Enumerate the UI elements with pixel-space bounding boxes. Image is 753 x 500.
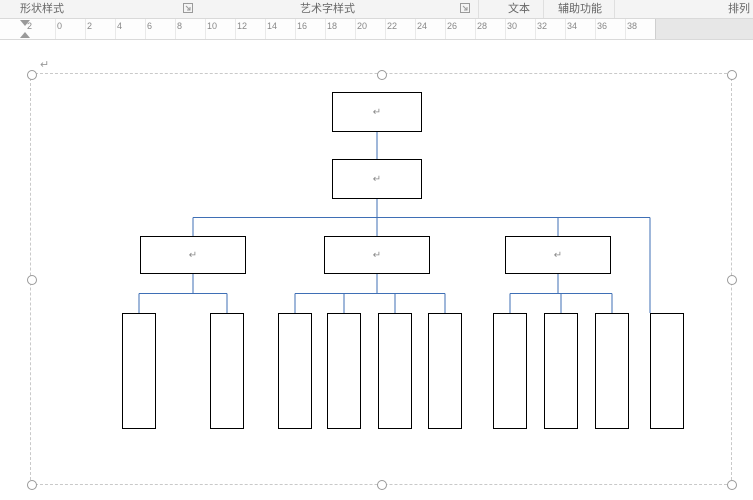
selection-handle[interactable] [377,70,387,80]
ribbon-group: 艺术字样式 [300,0,355,18]
orgchart-node[interactable] [278,313,312,429]
orgchart-node[interactable]: ↵ [505,236,611,274]
ruler-number: 18 [327,21,337,31]
ruler-number: 12 [237,21,247,31]
ruler-number: 30 [507,21,517,31]
ruler-tick: 28 [475,19,506,39]
ruler-track: 2024681012141618202224262830323436384042… [0,19,753,39]
ruler-tick: 2 [85,19,116,39]
orgchart-node[interactable] [428,313,462,429]
orgchart-node[interactable] [378,313,412,429]
ribbon-separator [543,0,544,18]
paragraph-mark-icon: ↵ [373,107,381,118]
paragraph-mark-icon: ↵ [373,174,381,185]
ruler-tick: 32 [535,19,566,39]
ribbon-group-label: 辅助功能 [558,0,602,18]
ruler-number: 22 [387,21,397,31]
ribbon-group: 辅助功能 [558,0,602,18]
horizontal-ruler[interactable]: 2024681012141618202224262830323436384042… [0,18,753,40]
ruler-number: 6 [147,21,152,31]
drawing-canvas[interactable]: ↵ ↵ ↵ ↵ ↵ [30,73,732,485]
selection-handle[interactable] [377,480,387,490]
paragraph-mark-icon: ↵ [189,250,197,261]
ribbon-group-label: 文本 [508,0,530,18]
ruler-tick: 34 [565,19,596,39]
ruler-number: 14 [267,21,277,31]
paragraph-mark-icon: ↵ [40,58,49,71]
selection-handle[interactable] [27,70,37,80]
ruler-number: 28 [477,21,487,31]
ruler-tick: 0 [55,19,86,39]
ruler-tick: 4 [115,19,146,39]
orgchart-node[interactable] [122,313,156,429]
ruler-number: 38 [627,21,637,31]
ruler-number: 26 [447,21,457,31]
ribbon-group: 形状样式 [20,0,64,18]
ribbon-group-label: 排列 [728,0,750,18]
orgchart-node[interactable]: ↵ [324,236,430,274]
ruler-number: 32 [537,21,547,31]
ribbon-separator [614,0,615,18]
ribbon-group-label: 艺术字样式 [300,0,355,18]
orgchart-node[interactable] [327,313,361,429]
ruler-tick: 16 [295,19,326,39]
ruler-tick: 22 [385,19,416,39]
orgchart-node[interactable] [493,313,527,429]
selection-handle[interactable] [27,480,37,490]
dialog-launcher-icon[interactable] [460,3,470,13]
ruler-tick: 26 [445,19,476,39]
ribbon-group: 排列 [728,0,750,18]
orgchart-node[interactable] [210,313,244,429]
selection-handle[interactable] [727,275,737,285]
orgchart-node[interactable] [544,313,578,429]
ribbon-separator [478,0,479,18]
ruler-number: 10 [207,21,217,31]
ruler-number: 20 [357,21,367,31]
ruler-tick: 8 [175,19,206,39]
orgchart-node[interactable]: ↵ [332,159,422,199]
ruler-tick: 38 [625,19,656,39]
ruler-tick: 14 [265,19,296,39]
ruler-number: 2 [87,21,92,31]
orgchart-node[interactable] [595,313,629,429]
paragraph-mark-icon: ↵ [554,250,562,261]
selection-handle[interactable] [727,480,737,490]
orgchart-node[interactable]: ↵ [140,236,246,274]
ruler-highlight [655,19,753,39]
ruler-number: 24 [417,21,427,31]
first-line-indent-marker[interactable] [20,20,30,26]
ruler-tick: 10 [205,19,236,39]
ruler-number: 16 [297,21,307,31]
ruler-number: 34 [567,21,577,31]
ruler-number: 8 [177,21,182,31]
ruler-tick: 12 [235,19,266,39]
ribbon-group-strip: 形状样式 艺术字样式 文本 辅助功能 排列 [0,0,753,18]
orgchart-node[interactable]: ↵ [332,92,422,132]
paragraph-mark-icon: ↵ [373,250,381,261]
ruler-tick: 6 [145,19,176,39]
ruler-tick: 20 [355,19,386,39]
ruler-tick: 30 [505,19,536,39]
selection-handle[interactable] [27,275,37,285]
ruler-number: 36 [597,21,607,31]
ribbon-group: 文本 [508,0,530,18]
ruler-tick: 36 [595,19,626,39]
selection-handle[interactable] [727,70,737,80]
ruler-number: 0 [57,21,62,31]
hanging-indent-marker[interactable] [20,32,30,38]
ribbon-group-label: 形状样式 [20,0,64,18]
document-stage[interactable]: ↵ ↵ ↵ ↵ ↵ ↵ [0,40,753,500]
ruler-tick: 18 [325,19,356,39]
ruler-tick: 24 [415,19,446,39]
ruler-number: 4 [117,21,122,31]
orgchart-node[interactable] [650,313,684,429]
dialog-launcher-icon[interactable] [183,3,193,13]
